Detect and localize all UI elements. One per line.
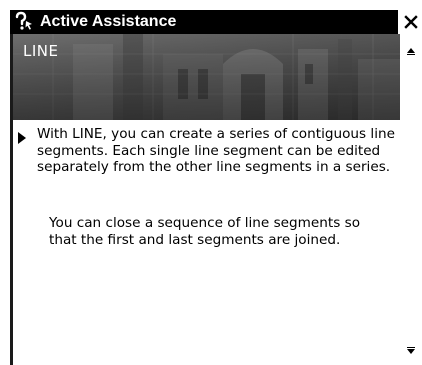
topic-banner: LINE — [13, 34, 400, 120]
help-paragraph-2: You can close a sequence of line segment… — [49, 215, 361, 248]
topic-title: LINE — [23, 42, 59, 60]
help-question-icon — [12, 11, 34, 33]
active-assistance-window: Active Assistance LINE With LINE, you ca… — [0, 0, 422, 365]
scroll-up-arrow-icon[interactable] — [404, 42, 418, 56]
vertical-scrollbar[interactable] — [400, 34, 422, 365]
scroll-down-arrow-icon[interactable] — [404, 344, 418, 358]
title-bar[interactable]: Active Assistance — [10, 10, 398, 34]
close-button[interactable] — [399, 10, 422, 34]
close-icon — [403, 15, 418, 29]
help-paragraph-1: With LINE, you can create a series of co… — [37, 126, 395, 175]
bullet-arrow-icon — [17, 130, 27, 144]
window-title: Active Assistance — [40, 13, 177, 30]
banner-background-image — [13, 34, 400, 120]
